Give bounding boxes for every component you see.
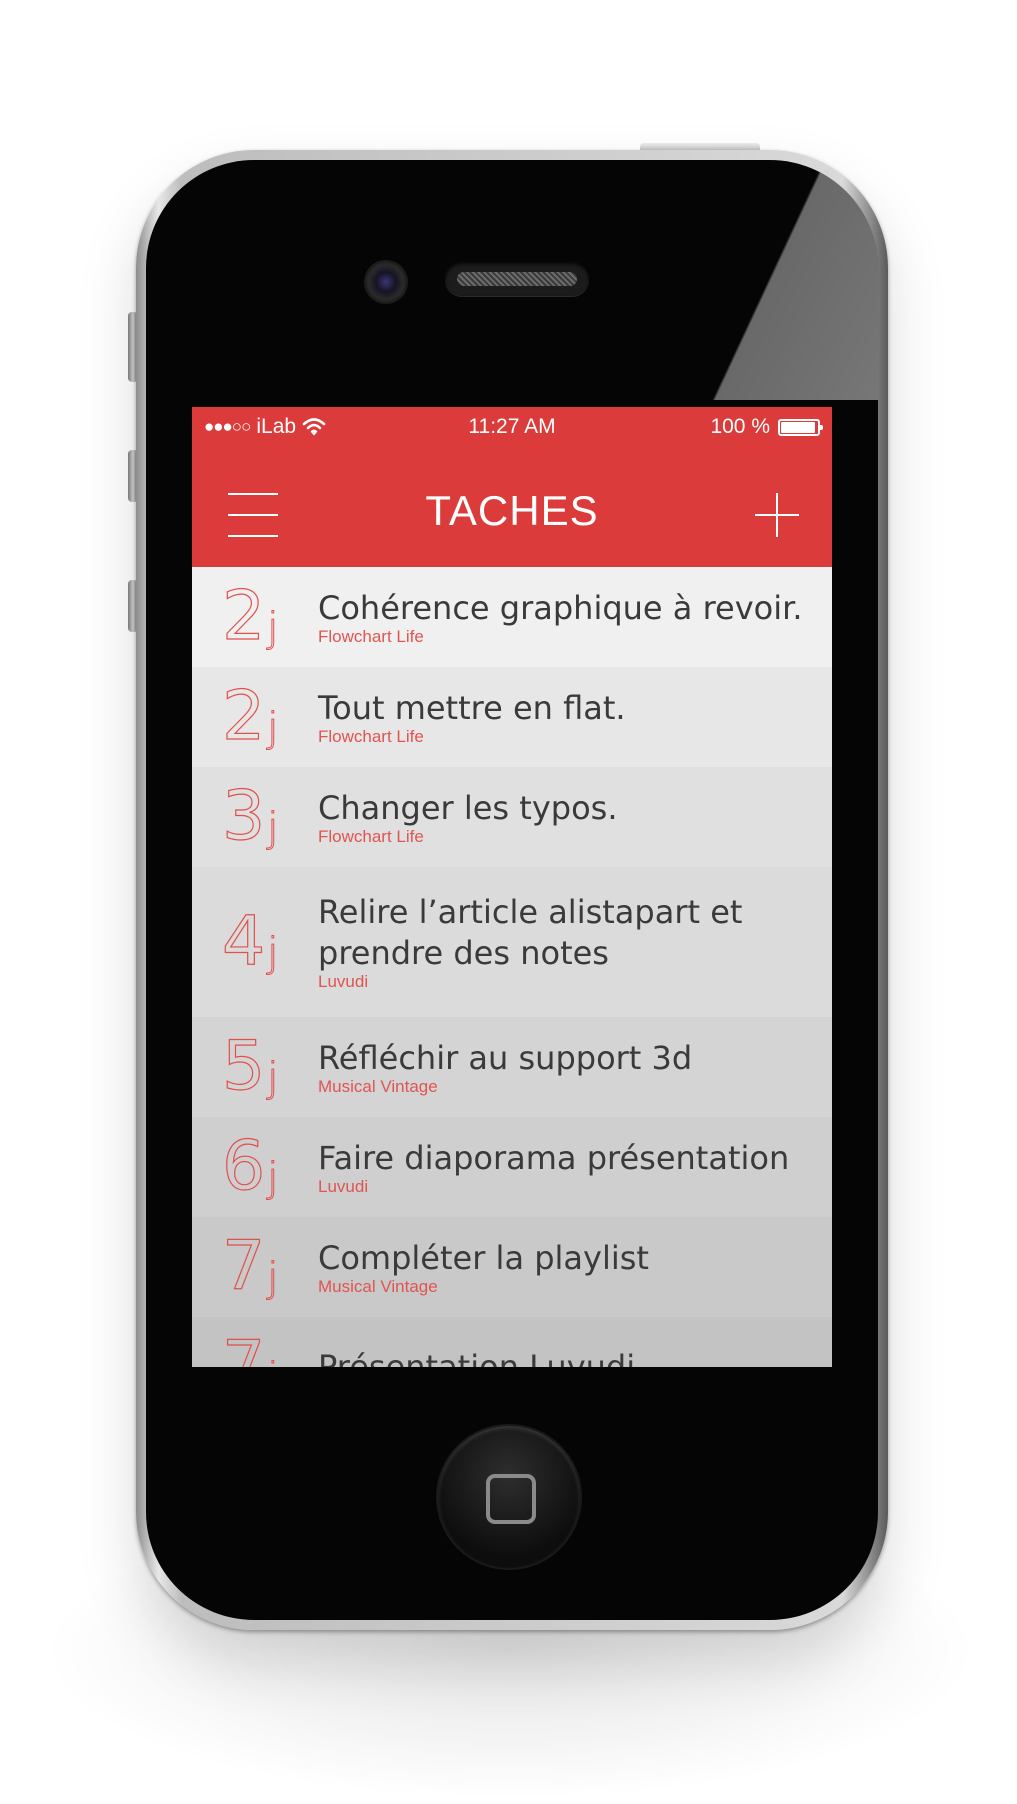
task-project: Luvudi [318,1176,369,1196]
battery-icon [778,418,823,436]
task-days-number: 2 [221,677,266,756]
task-project: Musical Vintage [318,1076,438,1096]
task-text: Compléter la playlist Musical Vintage [318,1217,808,1317]
task-text: Relire l’article alistapart et prendre d… [318,867,808,1017]
task-text: Tout mettre en flat. Flowchart Life [318,667,808,767]
task-project: Musical Vintage [318,1276,438,1296]
hamburger-menu-icon[interactable] [228,493,278,537]
task-row[interactable]: 7j Présentation Luvudi [192,1317,832,1367]
task-days-number: 3 [221,777,266,856]
task-project: Flowchart Life [318,726,424,746]
plus-icon[interactable] [755,493,799,537]
task-title: Tout mettre en flat. [318,688,626,727]
task-text: Changer les typos. Flowchart Life [318,767,808,867]
mockup-stage: ●●●○○ iLab 11:27 AM 100 % TACHES 2 j Coh… [0,0,1017,1804]
task-title: Faire diaporama présentation [318,1138,790,1177]
task-title: Relire l’article alistapart et prendre d… [318,893,743,972]
task-text: Cohérence graphique à revoir. Flowchart L… [318,567,808,667]
battery-fill [781,421,815,433]
app-screen: ●●●○○ iLab 11:27 AM 100 % TACHES 2 j Coh… [192,407,832,1367]
task-days-remaining: 6j [221,1117,279,1217]
task-days-unit: j [267,805,279,851]
home-button[interactable] [438,1426,580,1568]
status-bar: ●●●○○ iLab 11:27 AM 100 % [192,407,832,447]
task-days-unit: j [267,605,279,651]
task-row[interactable]: 7 j Compléter la playlist Musical Vintage [192,1217,832,1317]
nav-bar: TACHES [192,447,832,567]
task-days-remaining: 4j [221,867,279,1017]
task-row[interactable]: 6 j Faire diaporama présentation Luvudi [192,1117,832,1217]
task-list: 2 j Cohérence graphique à revoir. Flowchart… [192,567,832,1367]
task-days-remaining: 3j [221,767,279,867]
task-days-number: 7 [221,1327,266,1367]
task-days-unit: j [267,705,279,751]
task-days-remaining: 2j [221,667,279,767]
status-right: 100 % [710,415,823,439]
home-square-icon [486,1474,536,1524]
task-days-unit: j [267,1358,279,1368]
task-project: Flowchart Life [318,626,424,646]
task-days-remaining: 7j [221,1217,279,1317]
battery-tip [820,424,823,430]
task-row[interactable]: 5 j Réfléchir au support 3d Musical Vintage [192,1017,832,1117]
earpiece-speaker [445,262,589,296]
task-days-unit: j [267,1055,279,1101]
task-row[interactable]: 2 j Tout mettre en flat. Flowchart Life [192,667,832,767]
task-title: Cohérence graphique à revoir. [318,588,803,627]
task-title: Compléter la playlist [318,1238,649,1277]
task-title: Présentation Luvudi [318,1347,636,1368]
task-title: Changer les typos. [318,788,618,827]
task-days-remaining: 5j [221,1017,279,1117]
task-days-number: 6 [221,1127,266,1206]
task-days-number: 4 [221,902,266,981]
task-days-number: 2 [221,577,266,656]
task-project: Luvudi [318,972,369,991]
task-days-number: 5 [221,1027,266,1106]
task-text: Présentation Luvudi [318,1317,808,1368]
task-title: Réfléchir au support 3d [318,1038,693,1077]
task-days-remaining: 7j [221,1317,279,1368]
task-days-unit: j [267,930,279,976]
task-days-unit: j [267,1155,279,1201]
task-text: Réfléchir au support 3d Musical Vintage [318,1017,808,1117]
task-row[interactable]: 2 j Cohérence graphique à revoir. Flowchart… [192,567,832,667]
front-camera [366,262,406,302]
battery-percentage: 100 % [710,415,770,438]
task-project: Flowchart Life [318,826,424,846]
page-title: TACHES [425,487,599,534]
task-days-remaining: 2j [221,567,279,667]
task-row[interactable]: 4 j Relire l’article alistapart et prendre… [192,867,832,1017]
task-days-number: 7 [221,1227,266,1306]
task-text: Faire diaporama présentation Luvudi [318,1117,808,1217]
task-days-unit: j [267,1255,279,1301]
task-row[interactable]: 3 j Changer les typos. Flowchart Life [192,767,832,867]
